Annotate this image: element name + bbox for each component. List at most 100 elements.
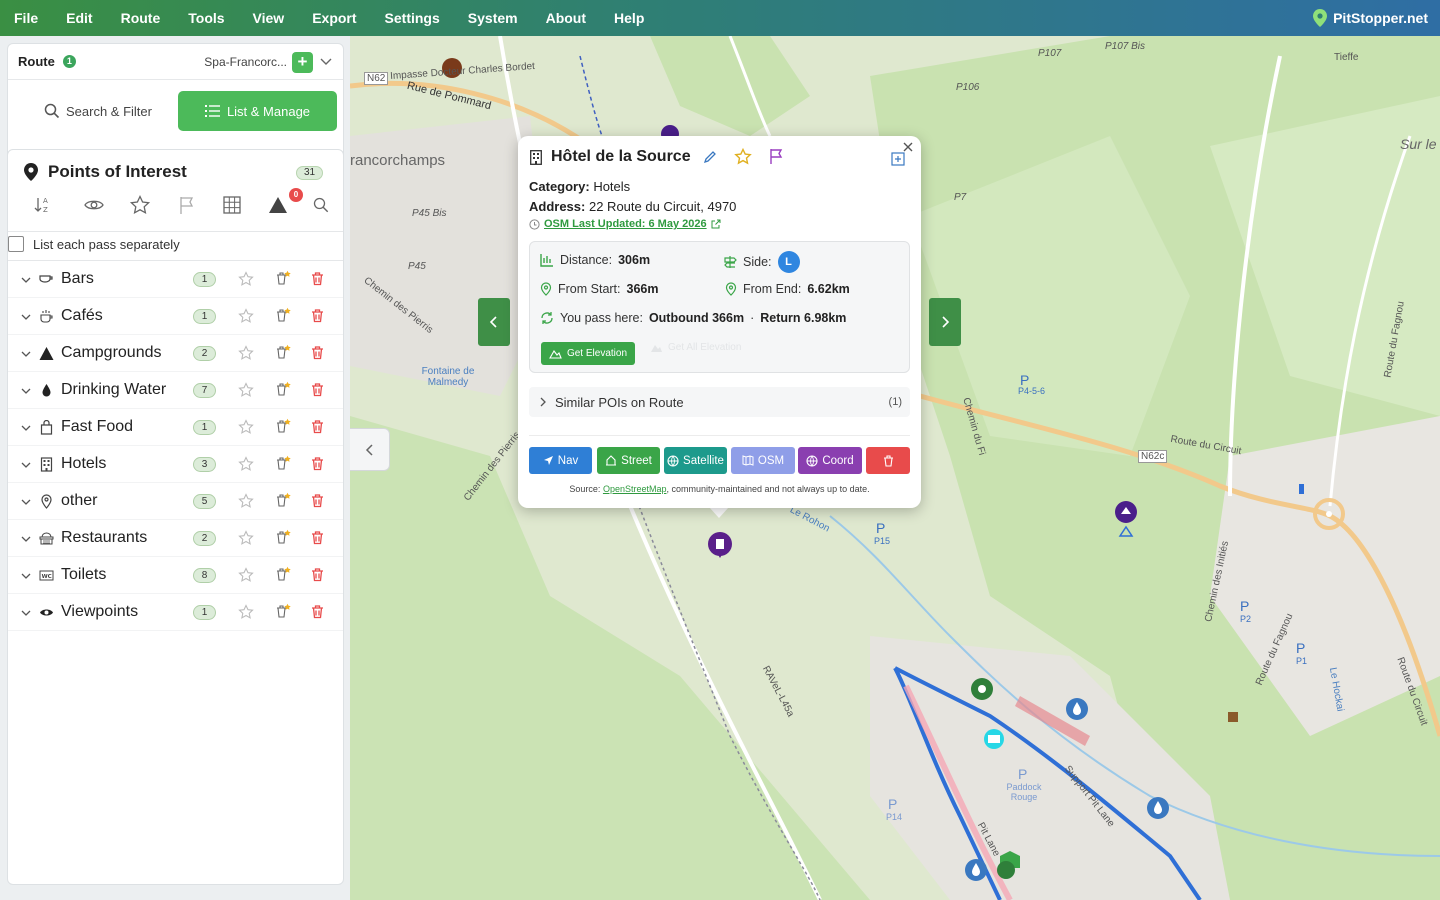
nav-button[interactable]: Nav <box>529 447 592 474</box>
category-row-restaurants[interactable]: Restaurants 2 <box>8 520 343 557</box>
delete-poi-button[interactable] <box>866 447 910 474</box>
clear-favorites-icon[interactable] <box>275 492 291 508</box>
star-icon[interactable] <box>238 567 254 583</box>
category-row-toilets[interactable]: WC Toilets 8 <box>8 557 343 594</box>
get-all-elevation-button[interactable]: Get All Elevation <box>650 342 741 353</box>
add-route-button[interactable]: + <box>292 52 313 73</box>
trash-icon[interactable] <box>310 567 325 582</box>
brand[interactable]: PitStopper.net <box>1313 0 1428 36</box>
hazard-icon[interactable] <box>267 194 289 216</box>
trash-icon[interactable] <box>310 419 325 434</box>
trash-icon[interactable] <box>310 530 325 545</box>
chevron-down-icon[interactable] <box>319 54 333 68</box>
sort-icon[interactable]: AZ <box>32 194 54 216</box>
close-icon[interactable] <box>901 140 915 154</box>
flag-icon[interactable] <box>768 148 784 165</box>
prev-poi-button[interactable] <box>478 298 510 346</box>
tab-list-manage[interactable]: List & Manage <box>178 91 337 131</box>
clear-favorites-icon[interactable] <box>275 270 291 286</box>
star-icon[interactable] <box>238 271 254 287</box>
tab-search-label: Search & Filter <box>66 103 152 119</box>
trash-icon[interactable] <box>310 271 325 286</box>
coord-button[interactable]: Coord <box>798 447 862 474</box>
restaurant-icon <box>39 531 54 546</box>
list-passes-checkbox[interactable] <box>8 236 24 252</box>
trash-icon[interactable] <box>310 308 325 323</box>
menu-settings[interactable]: Settings <box>371 0 454 36</box>
star-icon[interactable] <box>238 456 254 472</box>
favorite-star-icon[interactable] <box>734 148 752 166</box>
category-count-badge: 7 <box>193 383 216 398</box>
star-icon[interactable] <box>238 419 254 435</box>
collapse-sidebar-button[interactable] <box>350 428 390 471</box>
star-icon[interactable] <box>238 308 254 324</box>
star-icon[interactable] <box>238 493 254 509</box>
search-icon[interactable] <box>310 194 332 216</box>
menu-view[interactable]: View <box>239 0 299 36</box>
ruler-icon <box>540 254 553 267</box>
trash-icon[interactable] <box>310 345 325 360</box>
edit-pencil-icon[interactable] <box>703 150 717 164</box>
star-icon[interactable] <box>238 345 254 361</box>
similar-pois-toggle[interactable]: Similar POIs on Route (1) <box>529 387 910 417</box>
menu-edit[interactable]: Edit <box>52 0 106 36</box>
clear-favorites-icon[interactable] <box>275 603 291 619</box>
category-count-badge: 2 <box>193 346 216 361</box>
route-name[interactable]: Spa-Francorc... <box>204 55 287 69</box>
clear-favorites-icon[interactable] <box>275 418 291 434</box>
category-row-campgrounds[interactable]: Campgrounds 2 <box>8 335 343 372</box>
menu-about[interactable]: About <box>532 0 600 36</box>
trash-icon[interactable] <box>310 456 325 471</box>
chevron-down-icon[interactable] <box>20 347 32 359</box>
category-row-hotels[interactable]: Hotels 3 <box>8 446 343 483</box>
clear-favorites-icon[interactable] <box>275 307 291 323</box>
clear-favorites-icon[interactable] <box>275 529 291 545</box>
get-elevation-button[interactable]: Get Elevation <box>541 342 635 365</box>
star-icon[interactable] <box>238 604 254 620</box>
clear-favorites-icon[interactable] <box>275 566 291 582</box>
chevron-down-icon[interactable] <box>20 606 32 618</box>
trash-icon[interactable] <box>310 604 325 619</box>
grid-icon[interactable] <box>221 194 243 216</box>
menu-file[interactable]: File <box>0 0 52 36</box>
chevron-down-icon[interactable] <box>20 310 32 322</box>
menu-help[interactable]: Help <box>600 0 658 36</box>
category-row-viewpoints[interactable]: Viewpoints 1 <box>8 594 343 631</box>
chevron-down-icon[interactable] <box>20 273 32 285</box>
osm-source-link[interactable]: OpenStreetMap <box>603 484 667 494</box>
osm-button[interactable]: OSM <box>731 447 795 474</box>
list-passes-toggle[interactable]: List each pass separately <box>8 233 180 255</box>
menu-route[interactable]: Route <box>107 0 175 36</box>
next-poi-button[interactable] <box>929 298 961 346</box>
menu-export[interactable]: Export <box>298 0 370 36</box>
clear-favorites-icon[interactable] <box>275 381 291 397</box>
route-selector[interactable]: Route 1 Spa-Francorc... + <box>8 44 343 80</box>
category-row-drinking-water[interactable]: Drinking Water 7 <box>8 372 343 409</box>
clear-favorites-icon[interactable] <box>275 455 291 471</box>
category-row-caf-s[interactable]: Cafés 1 <box>8 298 343 335</box>
chevron-down-icon[interactable] <box>20 569 32 581</box>
elevation-icon <box>651 345 662 352</box>
chevron-down-icon[interactable] <box>20 532 32 544</box>
menu-system[interactable]: System <box>454 0 532 36</box>
osm-updated-link[interactable]: OSM Last Updated: 6 May 2026 <box>529 218 721 230</box>
chevron-down-icon[interactable] <box>20 495 32 507</box>
trash-icon[interactable] <box>310 493 325 508</box>
star-icon[interactable] <box>238 530 254 546</box>
eye-icon[interactable] <box>83 194 105 216</box>
star-icon[interactable] <box>238 382 254 398</box>
flag-icon[interactable] <box>176 194 198 216</box>
menu-tools[interactable]: Tools <box>174 0 238 36</box>
star-icon[interactable] <box>129 194 151 216</box>
street-view-button[interactable]: Street <box>597 447 660 474</box>
satellite-button[interactable]: Satellite <box>664 447 727 474</box>
trash-icon[interactable] <box>310 382 325 397</box>
category-row-bars[interactable]: Bars 1 <box>8 261 343 298</box>
clear-favorites-icon[interactable] <box>275 344 291 360</box>
chevron-down-icon[interactable] <box>20 384 32 396</box>
chevron-down-icon[interactable] <box>20 458 32 470</box>
category-row-other[interactable]: other 5 <box>8 483 343 520</box>
tab-search-filter[interactable]: Search & Filter <box>18 91 178 131</box>
category-row-fast-food[interactable]: Fast Food 1 <box>8 409 343 446</box>
chevron-down-icon[interactable] <box>20 421 32 433</box>
